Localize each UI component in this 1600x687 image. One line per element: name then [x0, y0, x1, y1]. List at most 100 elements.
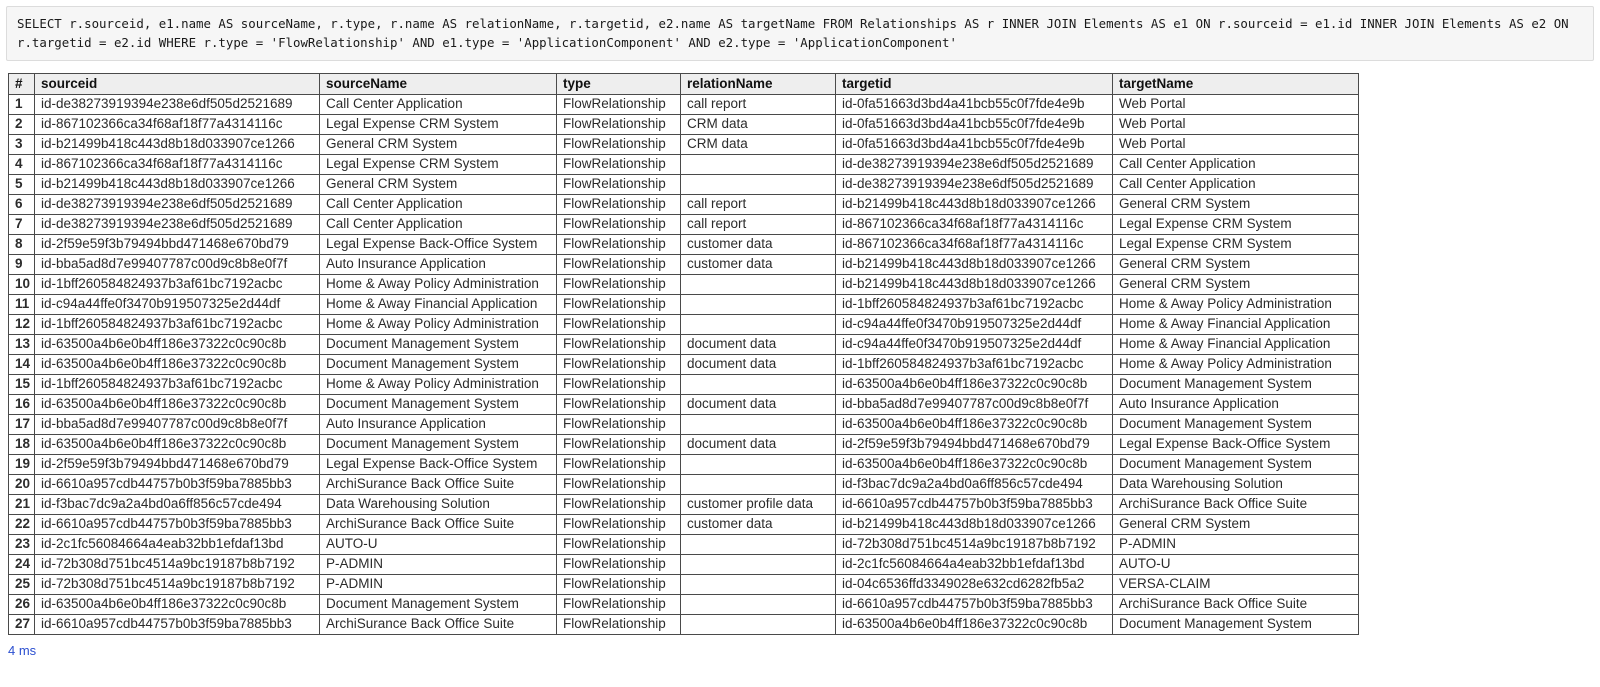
table-row[interactable]: 17 id-bba5ad8d7e99407787c00d9c8b8e0f7f Aut… — [8, 414, 1359, 435]
table-row[interactable]: 10 id-1bff260584824937b3af61bc7192acbc Hom… — [8, 274, 1359, 295]
cell-rownum[interactable]: 22 — [8, 514, 35, 535]
cell-sourceid: id-63500a4b6e0b4ff186e37322c0c90c8b — [34, 434, 320, 455]
table-row[interactable]: 16 id-63500a4b6e0b4ff186e37322c0c90c8b Doc… — [8, 394, 1359, 415]
cell-rownum[interactable]: 3 — [8, 134, 35, 155]
cell-sourcename: P-ADMIN — [319, 554, 557, 575]
column-header-sourceid[interactable]: sourceid — [34, 73, 320, 95]
cell-targetname: Web Portal — [1112, 94, 1359, 115]
table-row[interactable]: 13 id-63500a4b6e0b4ff186e37322c0c90c8b Doc… — [8, 334, 1359, 355]
table-row[interactable]: 19 id-2f59e59f3b79494bbd471468e670bd79 Leg… — [8, 454, 1359, 475]
cell-targetname: VERSA-CLAIM — [1112, 574, 1359, 595]
column-header-targetid[interactable]: targetid — [835, 73, 1113, 95]
table-row[interactable]: 1 id-de38273919394e238e6df505d2521689 Call… — [8, 94, 1359, 115]
cell-type: FlowRelationship — [556, 354, 681, 375]
cell-targetname: General CRM System — [1112, 254, 1359, 275]
table-row[interactable]: 23 id-2c1fc56084664a4eab32bb1efdaf13bd AUT… — [8, 534, 1359, 555]
table-row[interactable]: 20 id-6610a957cdb44757b0b3f59ba7885bb3 Arc… — [8, 474, 1359, 495]
execution-time-label: 4 ms — [8, 643, 37, 658]
cell-sourceid: id-de38273919394e238e6df505d2521689 — [34, 194, 320, 215]
cell-sourcename: Auto Insurance Application — [319, 254, 557, 275]
table-row[interactable]: 4 id-867102366ca34f68af18f77a4314116c Lega… — [8, 154, 1359, 175]
column-header-relationname[interactable]: relationName — [680, 73, 836, 95]
cell-rownum[interactable]: 23 — [8, 534, 35, 555]
cell-type: FlowRelationship — [556, 254, 681, 275]
cell-rownum[interactable]: 25 — [8, 574, 35, 595]
table-row[interactable]: 7 id-de38273919394e238e6df505d2521689 Call… — [8, 214, 1359, 235]
cell-relationname — [680, 274, 836, 295]
cell-targetid: id-0fa51663d3bd4a41bcb55c0f7fde4e9b — [835, 134, 1113, 155]
cell-targetid: id-6610a957cdb44757b0b3f59ba7885bb3 — [835, 594, 1113, 615]
cell-rownum[interactable]: 21 — [8, 494, 35, 515]
cell-sourcename: Data Warehousing Solution — [319, 494, 557, 515]
table-row[interactable]: 24 id-72b308d751bc4514a9bc19187b8b7192 P-A… — [8, 554, 1359, 575]
cell-rownum[interactable]: 27 — [8, 614, 35, 635]
cell-sourcename: Home & Away Policy Administration — [319, 274, 557, 295]
table-row[interactable]: 18 id-63500a4b6e0b4ff186e37322c0c90c8b Doc… — [8, 434, 1359, 455]
cell-sourcename: Home & Away Policy Administration — [319, 374, 557, 395]
cell-sourcename: AUTO-U — [319, 534, 557, 555]
table-row[interactable]: 14 id-63500a4b6e0b4ff186e37322c0c90c8b Doc… — [8, 354, 1359, 375]
cell-targetid: id-de38273919394e238e6df505d2521689 — [835, 154, 1113, 175]
cell-type: FlowRelationship — [556, 614, 681, 635]
table-row[interactable]: 25 id-72b308d751bc4514a9bc19187b8b7192 P-A… — [8, 574, 1359, 595]
cell-rownum[interactable]: 5 — [8, 174, 35, 195]
cell-sourcename: Document Management System — [319, 594, 557, 615]
cell-sourcename: General CRM System — [319, 174, 557, 195]
table-row[interactable]: 8 id-2f59e59f3b79494bbd471468e670bd79 Lega… — [8, 234, 1359, 255]
cell-targetid: id-b21499b418c443d8b18d033907ce1266 — [835, 194, 1113, 215]
cell-type: FlowRelationship — [556, 414, 681, 435]
sql-query-panel[interactable]: SELECT r.sourceid, e1.name AS sourceName… — [6, 6, 1594, 61]
table-row[interactable]: 11 id-c94a44ffe0f3470b919507325e2d44df Hom… — [8, 294, 1359, 315]
cell-relationname — [680, 294, 836, 315]
cell-rownum[interactable]: 8 — [8, 234, 35, 255]
table-row[interactable]: 5 id-b21499b418c443d8b18d033907ce1266 Gene… — [8, 174, 1359, 195]
cell-targetid: id-867102366ca34f68af18f77a4314116c — [835, 214, 1113, 235]
cell-rownum[interactable]: 20 — [8, 474, 35, 495]
cell-rownum[interactable]: 18 — [8, 434, 35, 455]
table-row[interactable]: 12 id-1bff260584824937b3af61bc7192acbc Hom… — [8, 314, 1359, 335]
cell-type: FlowRelationship — [556, 234, 681, 255]
table-row[interactable]: 3 id-b21499b418c443d8b18d033907ce1266 Gene… — [8, 134, 1359, 155]
cell-rownum[interactable]: 17 — [8, 414, 35, 435]
cell-rownum[interactable]: 4 — [8, 154, 35, 175]
table-row[interactable]: 15 id-1bff260584824937b3af61bc7192acbc Hom… — [8, 374, 1359, 395]
cell-rownum[interactable]: 15 — [8, 374, 35, 395]
cell-rownum[interactable]: 14 — [8, 354, 35, 375]
table-row[interactable]: 21 id-f3bac7dc9a2a4bd0a6ff856c57cde494 Dat… — [8, 494, 1359, 515]
cell-sourcename: Legal Expense CRM System — [319, 154, 557, 175]
cell-targetid: id-72b308d751bc4514a9bc19187b8b7192 — [835, 534, 1113, 555]
cell-targetname: ArchiSurance Back Office Suite — [1112, 494, 1359, 515]
cell-rownum[interactable]: 10 — [8, 274, 35, 295]
cell-sourcename: Legal Expense Back-Office System — [319, 234, 557, 255]
cell-rownum[interactable]: 1 — [8, 94, 35, 115]
column-header-type[interactable]: type — [556, 73, 681, 95]
table-row[interactable]: 26 id-63500a4b6e0b4ff186e37322c0c90c8b Doc… — [8, 594, 1359, 615]
cell-rownum[interactable]: 24 — [8, 554, 35, 575]
table-row[interactable]: 27 id-6610a957cdb44757b0b3f59ba7885bb3 Arc… — [8, 614, 1359, 635]
cell-targetid: id-de38273919394e238e6df505d2521689 — [835, 174, 1113, 195]
cell-rownum[interactable]: 26 — [8, 594, 35, 615]
cell-type: FlowRelationship — [556, 214, 681, 235]
cell-sourceid: id-2f59e59f3b79494bbd471468e670bd79 — [34, 234, 320, 255]
table-row[interactable]: 9 id-bba5ad8d7e99407787c00d9c8b8e0f7f Auto… — [8, 254, 1359, 275]
table-row[interactable]: 2 id-867102366ca34f68af18f77a4314116c Lega… — [8, 114, 1359, 135]
cell-type: FlowRelationship — [556, 454, 681, 475]
column-header-sourcename[interactable]: sourceName — [319, 73, 557, 95]
table-row[interactable]: 22 id-6610a957cdb44757b0b3f59ba7885bb3 Arc… — [8, 514, 1359, 535]
table-row[interactable]: 6 id-de38273919394e238e6df505d2521689 Call… — [8, 194, 1359, 215]
cell-rownum[interactable]: 12 — [8, 314, 35, 335]
cell-rownum[interactable]: 13 — [8, 334, 35, 355]
cell-rownum[interactable]: 2 — [8, 114, 35, 135]
cell-rownum[interactable]: 7 — [8, 214, 35, 235]
cell-sourcename: P-ADMIN — [319, 574, 557, 595]
cell-type: FlowRelationship — [556, 394, 681, 415]
cell-sourceid: id-f3bac7dc9a2a4bd0a6ff856c57cde494 — [34, 494, 320, 515]
column-header-rownum[interactable]: # — [8, 73, 35, 95]
cell-rownum[interactable]: 19 — [8, 454, 35, 475]
cell-rownum[interactable]: 9 — [8, 254, 35, 275]
column-header-targetname[interactable]: targetName — [1112, 73, 1359, 95]
cell-type: FlowRelationship — [556, 574, 681, 595]
cell-rownum[interactable]: 16 — [8, 394, 35, 415]
cell-rownum[interactable]: 11 — [8, 294, 35, 315]
cell-rownum[interactable]: 6 — [8, 194, 35, 215]
